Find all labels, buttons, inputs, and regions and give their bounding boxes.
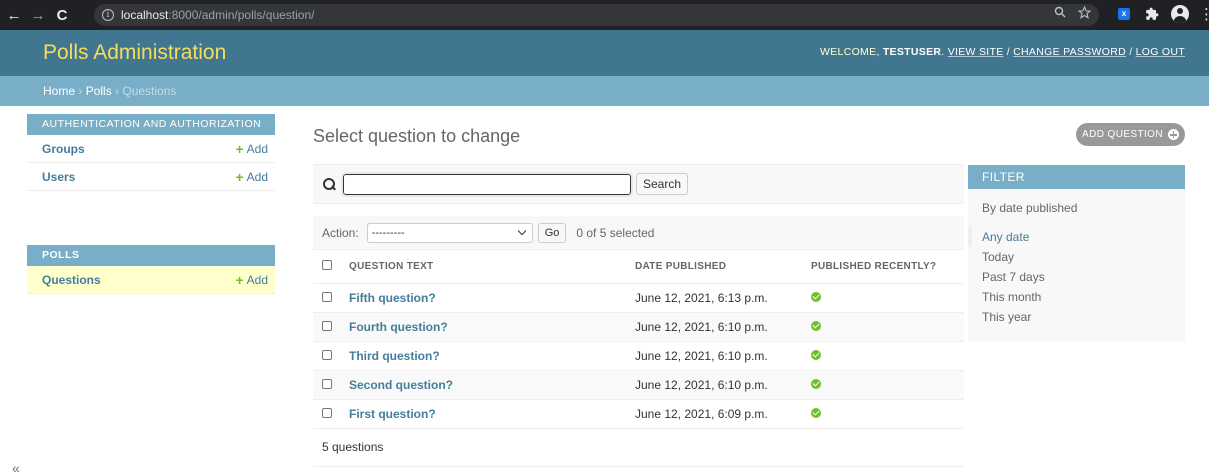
check-circle-icon <box>811 407 821 418</box>
sidebar-item-label[interactable]: Groups <box>42 142 85 156</box>
change-password-link[interactable]: CHANGE PASSWORD <box>1013 46 1126 58</box>
sidebar-item-questions: Questions + Add <box>27 266 275 294</box>
search-button[interactable]: Search <box>636 173 689 195</box>
table-row: First question? June 12, 2021, 6:09 p.m. <box>313 399 964 429</box>
search-input[interactable] <box>341 171 633 197</box>
chevron-down-icon <box>517 226 526 236</box>
nav-sidebar: AUTHENTICATION AND AUTHORIZATION Groups … <box>27 114 275 294</box>
bookmark-star-icon[interactable] <box>1077 5 1092 22</box>
filter-option-any-date[interactable]: Any date <box>968 227 1185 247</box>
check-circle-icon <box>811 320 821 331</box>
plus-icon: + <box>235 168 244 185</box>
breadcrumb-polls[interactable]: Polls <box>86 84 112 98</box>
sidebar-item-label[interactable]: Questions <box>42 273 101 287</box>
add-group-link[interactable]: + Add <box>235 141 268 157</box>
add-user-link[interactable]: + Add <box>235 169 268 185</box>
filter-option-today[interactable]: Today <box>968 247 1185 267</box>
filter-options: Any date Today Past 7 days This month Th… <box>968 227 1185 327</box>
view-site-link[interactable]: VIEW SITE <box>948 46 1004 58</box>
row-checkbox[interactable] <box>322 407 332 418</box>
filter-option-this-month[interactable]: This month <box>968 287 1185 307</box>
plus-icon: + <box>235 140 244 157</box>
site-branding[interactable]: Polls Administration <box>43 41 226 65</box>
selected-count: 0 of 5 selected <box>576 225 655 240</box>
site-info-icon[interactable]: i <box>102 9 114 21</box>
add-question-link[interactable]: + Add <box>235 272 268 288</box>
select-all-checkbox[interactable] <box>322 259 332 270</box>
paginator: 5 questions <box>313 429 964 467</box>
date-published: June 12, 2021, 6:10 p.m. <box>635 370 811 400</box>
address-bar[interactable]: i localhost:8000/admin/polls/question/ <box>94 4 1099 26</box>
action-label: Action: <box>322 225 359 240</box>
actions-bar: Action: --------- Go 0 of 5 selected <box>313 216 964 250</box>
log-out-link[interactable]: LOG OUT <box>1136 46 1185 58</box>
action-select[interactable]: --------- <box>366 222 533 243</box>
go-button[interactable]: Go <box>537 222 567 243</box>
question-link[interactable]: Fourth question? <box>349 320 448 334</box>
question-link[interactable]: Second question? <box>349 378 453 392</box>
url-host: localhost <box>121 8 169 22</box>
reload-icon[interactable]: C <box>52 5 72 25</box>
admin-header: Polls Administration WELCOME, TESTUSER. … <box>0 30 1209 76</box>
menu-kebab-icon[interactable]: ⋮ <box>1199 5 1209 23</box>
welcome-text: WELCOME, <box>820 46 883 58</box>
search-icon <box>322 177 336 191</box>
date-published: June 12, 2021, 6:10 p.m. <box>635 312 811 342</box>
breadcrumb-home[interactable]: Home <box>43 84 75 98</box>
breadcrumb: Home › Polls › Questions <box>0 76 1209 106</box>
row-checkbox[interactable] <box>322 291 332 302</box>
user-tools: WELCOME, TESTUSER. VIEW SITE / CHANGE PA… <box>820 46 1185 58</box>
browser-toolbar: ← → C i localhost:8000/admin/polls/quest… <box>0 0 1209 30</box>
results-table: QUESTION TEXT DATE PUBLISHED PUBLISHED R… <box>313 250 964 429</box>
filter-option-this-year[interactable]: This year <box>968 307 1185 327</box>
row-checkbox[interactable] <box>322 378 332 389</box>
sidebar-item-users: Users + Add <box>27 163 275 191</box>
row-checkbox[interactable] <box>322 349 332 360</box>
sidebar-item-groups: Groups + Add <box>27 135 275 163</box>
url-path: :8000/admin/polls/question/ <box>168 8 315 22</box>
extension-badge: x <box>1118 8 1130 20</box>
changelist-filter: FILTER By date published Any date Today … <box>968 165 1185 341</box>
question-link[interactable]: First question? <box>349 407 436 421</box>
table-row: Second question? June 12, 2021, 6:10 p.m… <box>313 370 964 400</box>
changelist: Search Action: --------- Go 0 of 5 selec… <box>313 164 964 467</box>
table-row: Fifth question? June 12, 2021, 6:13 p.m. <box>313 283 964 313</box>
plus-icon: + <box>235 271 244 288</box>
page-title: Select question to change <box>313 126 521 146</box>
plus-circle-icon <box>1167 129 1179 140</box>
date-published: June 12, 2021, 6:10 p.m. <box>635 341 811 371</box>
question-link[interactable]: Fifth question? <box>349 291 436 305</box>
column-published-recently[interactable]: PUBLISHED RECENTLY? <box>811 250 964 284</box>
row-checkbox[interactable] <box>322 320 332 331</box>
check-circle-icon <box>811 349 821 360</box>
search-toolbar: Search <box>313 164 964 204</box>
breadcrumb-current: Questions <box>122 84 177 98</box>
table-row: Fourth question? June 12, 2021, 6:10 p.m… <box>313 312 964 342</box>
zoom-icon[interactable] <box>1054 6 1066 22</box>
date-published: June 12, 2021, 6:09 p.m. <box>635 399 811 429</box>
date-published: June 12, 2021, 6:13 p.m. <box>635 283 811 313</box>
module-polls-caption[interactable]: POLLS <box>27 245 275 266</box>
module-auth-caption[interactable]: AUTHENTICATION AND AUTHORIZATION <box>27 114 275 135</box>
add-question-button[interactable]: ADD QUESTION <box>1076 123 1185 146</box>
check-circle-icon <box>811 378 821 389</box>
puzzle-extensions-icon[interactable] <box>1143 5 1161 23</box>
profile-avatar-icon[interactable] <box>1171 5 1189 23</box>
table-row: Third question? June 12, 2021, 6:10 p.m. <box>313 341 964 371</box>
filter-option-past-7-days[interactable]: Past 7 days <box>968 267 1185 287</box>
back-arrow-icon[interactable]: ← <box>4 5 24 25</box>
forward-arrow-icon[interactable]: → <box>28 5 48 25</box>
filter-title: FILTER <box>968 165 1185 189</box>
extension-icon[interactable]: x <box>1115 5 1133 23</box>
username: TESTUSER <box>882 46 942 58</box>
filter-heading: By date published <box>982 201 1078 215</box>
select-all-header <box>313 250 349 284</box>
sidebar-item-label[interactable]: Users <box>42 170 75 184</box>
column-date-published[interactable]: DATE PUBLISHED <box>635 250 811 284</box>
question-link[interactable]: Third question? <box>349 349 440 363</box>
column-question-text[interactable]: QUESTION TEXT <box>349 250 635 284</box>
check-circle-icon <box>811 291 821 302</box>
